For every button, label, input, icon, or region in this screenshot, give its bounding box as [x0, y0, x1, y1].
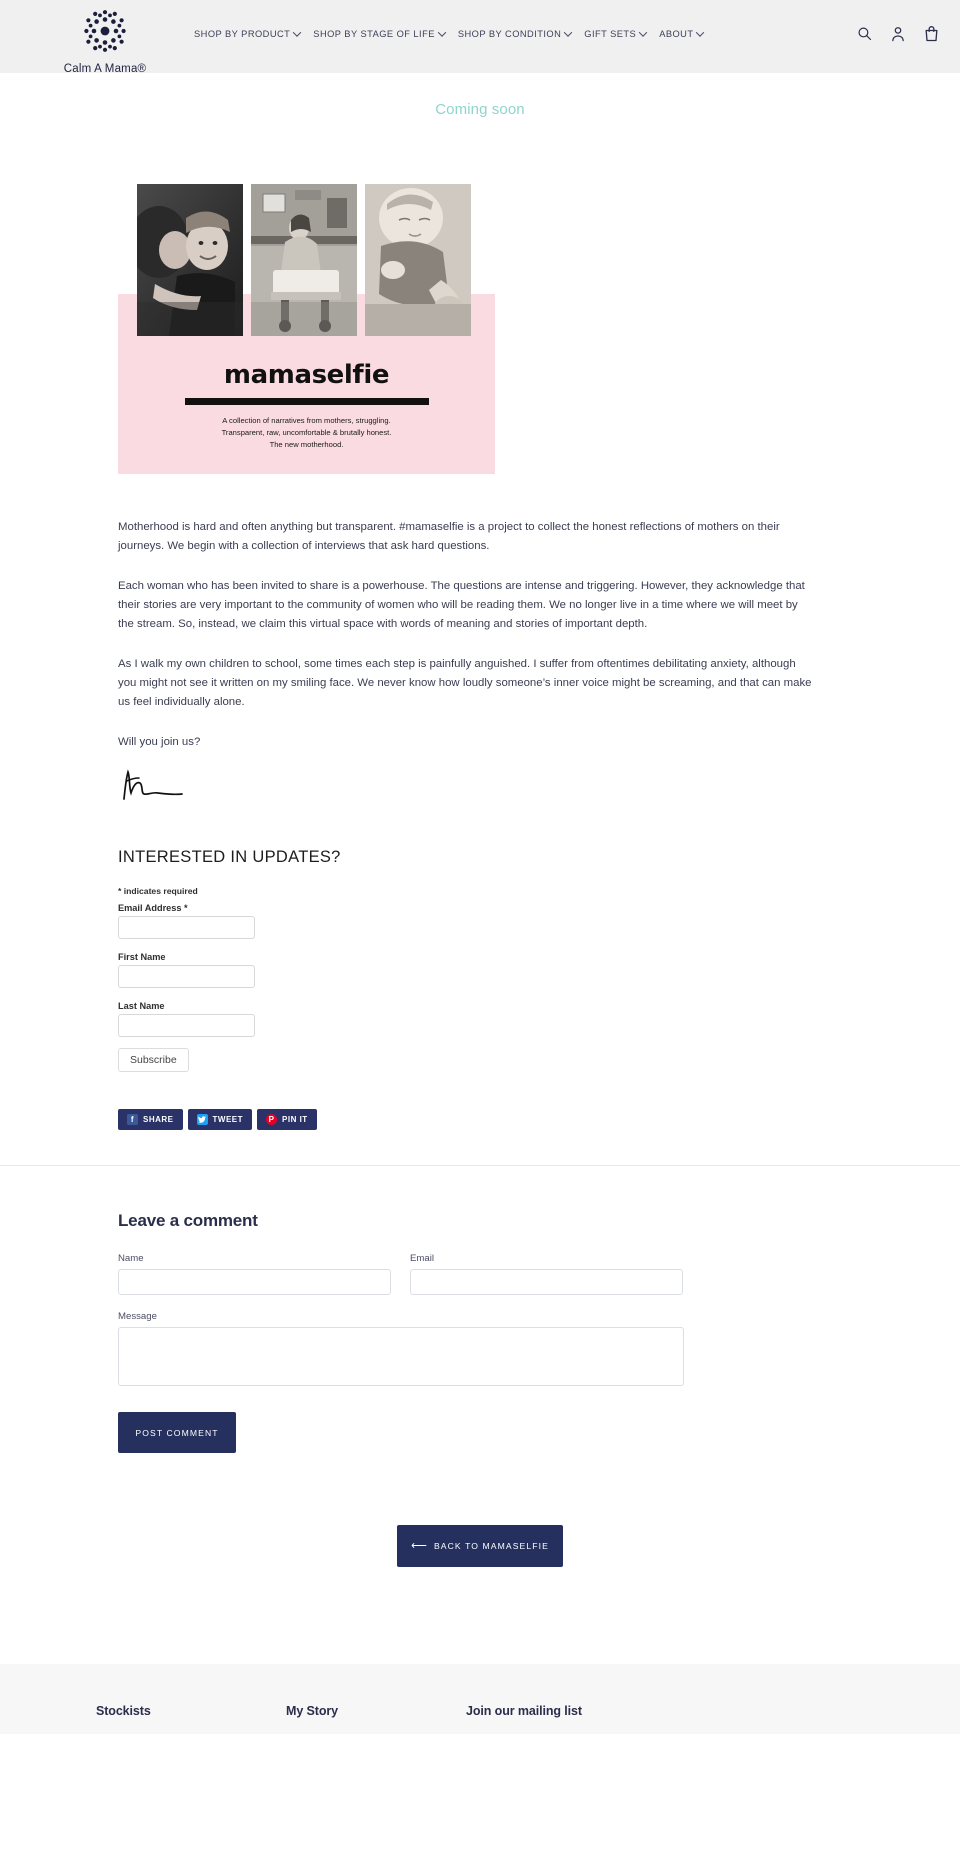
logo-wordmark: Calm A Mama® — [63, 63, 147, 75]
comment-form-title: Leave a comment — [118, 1211, 258, 1230]
cart-icon[interactable] — [924, 25, 939, 42]
back-to-mamaselfie-button[interactable]: ⟵ BACK TO MAMASELFIE — [397, 1525, 563, 1567]
site-footer: Stockists My Story Join our mailing list — [0, 1664, 960, 1734]
pinterest-icon: P — [266, 1114, 278, 1125]
twitter-icon — [196, 1114, 208, 1125]
chevron-down-icon — [293, 28, 302, 37]
hero-photo-hospital-bed — [251, 184, 357, 336]
chevron-down-icon — [437, 28, 447, 37]
footer-column-my-story: My Story — [286, 1704, 466, 1718]
nav-item-shop-by-condition[interactable]: SHOP BY CONDITION — [457, 28, 573, 39]
chevron-down-icon — [564, 28, 573, 37]
share-label: PIN IT — [282, 1115, 308, 1124]
nav-label: GIFT SETS — [584, 29, 637, 39]
hero-subtitle-line-1: A collection of narratives from mothers,… — [222, 416, 391, 425]
footer-column-stockists: Stockists — [96, 1704, 286, 1718]
footer-heading: Join our mailing list — [466, 1704, 582, 1718]
hero-subtitle-line-2: Transparent, raw, uncomfortable & brutal… — [221, 428, 392, 437]
article-paragraph-4: Will you join us? — [118, 736, 201, 748]
hero-subtitle: A collection of narratives from mothers,… — [118, 415, 495, 451]
nav-item-shop-by-product[interactable]: SHOP BY PRODUCT — [194, 28, 302, 39]
comment-name-email-row: Name Email — [118, 1253, 960, 1295]
facebook-icon: f — [127, 1114, 138, 1125]
hero-photo-strip — [137, 184, 471, 336]
share-label: TWEET — [212, 1115, 244, 1124]
nav-label: SHOP BY STAGE OF LIFE — [313, 29, 435, 39]
back-button-label: BACK TO MAMASELFIE — [433, 1540, 549, 1551]
back-button-wrap: ⟵ BACK TO MAMASELFIE — [0, 1525, 960, 1567]
article-paragraph-1: Motherhood is hard and often anything bu… — [118, 521, 780, 552]
comment-name-input[interactable] — [118, 1269, 391, 1295]
comment-message-textarea[interactable] — [118, 1327, 684, 1386]
last-name-input[interactable] — [118, 1014, 255, 1037]
announcement-bar: Coming soon — [435, 101, 525, 118]
share-label: SHARE — [143, 1115, 174, 1124]
comment-name-field: Name — [118, 1253, 391, 1295]
article-paragraph-2: Each woman who has been invited to share… — [118, 580, 805, 630]
site-logo[interactable]: Calm A Mama® — [62, 5, 148, 75]
header-icon-group — [857, 25, 939, 42]
article-main: mamaselfie A collection of narratives fr… — [0, 184, 960, 1567]
logo-dots-icon — [62, 5, 148, 62]
share-pinterest-button[interactable]: P PIN IT — [257, 1109, 317, 1130]
left-arrow-icon: ⟵ — [411, 1539, 428, 1552]
share-facebook-button[interactable]: f SHARE — [118, 1109, 183, 1130]
nav-item-about[interactable]: ABOUT — [659, 28, 705, 39]
mamaselfie-hero-graphic: mamaselfie A collection of narratives fr… — [118, 184, 495, 474]
newsletter-section: INTERESTED IN UPDATES? * indicates requi… — [0, 808, 960, 1072]
comment-email-label: Email — [410, 1253, 434, 1264]
footer-columns: Stockists My Story Join our mailing list — [0, 1704, 960, 1718]
comment-form-section: Leave a comment Name Email Message POST … — [0, 1166, 960, 1453]
signature-image — [0, 767, 960, 808]
hero-image-wrap: mamaselfie A collection of narratives fr… — [0, 184, 960, 474]
email-address-label: Email Address * — [118, 903, 188, 913]
hero-title: mamaselfie — [223, 360, 390, 390]
nav-item-gift-sets[interactable]: GIFT SETS — [584, 28, 648, 39]
chevron-down-icon — [696, 28, 705, 37]
last-name-label: Last Name — [118, 1001, 165, 1011]
newsletter-title: INTERESTED IN UPDATES? — [118, 848, 341, 866]
newsletter-required-note: * indicates required — [118, 886, 198, 896]
footer-heading[interactable]: My Story — [286, 1704, 466, 1718]
article-paragraph-3: As I walk my own children to school, som… — [118, 658, 812, 708]
account-icon[interactable] — [891, 26, 905, 42]
social-share-row: f SHARE TWEET P PIN IT — [0, 1109, 960, 1130]
footer-heading[interactable]: Stockists — [96, 1704, 286, 1718]
comment-message-label: Message — [118, 1311, 157, 1322]
hero-rule — [185, 398, 429, 405]
comment-email-input[interactable] — [410, 1269, 683, 1295]
first-name-input[interactable] — [118, 965, 255, 988]
post-comment-button[interactable]: POST COMMENT — [118, 1412, 236, 1453]
share-twitter-button[interactable]: TWEET — [187, 1109, 253, 1130]
hero-subtitle-line-3: The new motherhood. — [269, 440, 344, 449]
main-navigation: SHOP BY PRODUCT SHOP BY STAGE OF LIFE SH… — [194, 28, 705, 39]
email-address-input[interactable] — [118, 916, 255, 939]
hero-photo-sleeping-baby — [365, 184, 471, 336]
nav-label: SHOP BY PRODUCT — [194, 29, 291, 39]
nav-item-shop-by-stage-of-life[interactable]: SHOP BY STAGE OF LIFE — [313, 28, 447, 39]
site-header: Calm A Mama® SHOP BY PRODUCT SHOP BY STA… — [0, 0, 960, 75]
article-body: Motherhood is hard and often anything bu… — [0, 474, 960, 752]
footer-column-mailing-list: Join our mailing list — [466, 1704, 726, 1718]
subscribe-button[interactable]: Subscribe — [118, 1048, 189, 1072]
comment-message-field: Message — [118, 1311, 960, 1391]
comment-email-field: Email — [410, 1253, 683, 1295]
hero-photo-mother-and-baby — [137, 184, 243, 336]
first-name-label: First Name — [118, 952, 166, 962]
nav-label: ABOUT — [659, 29, 694, 39]
nav-label: SHOP BY CONDITION — [457, 29, 562, 39]
search-icon[interactable] — [857, 26, 872, 41]
chevron-down-icon — [638, 28, 648, 37]
comment-name-label: Name — [118, 1253, 144, 1264]
